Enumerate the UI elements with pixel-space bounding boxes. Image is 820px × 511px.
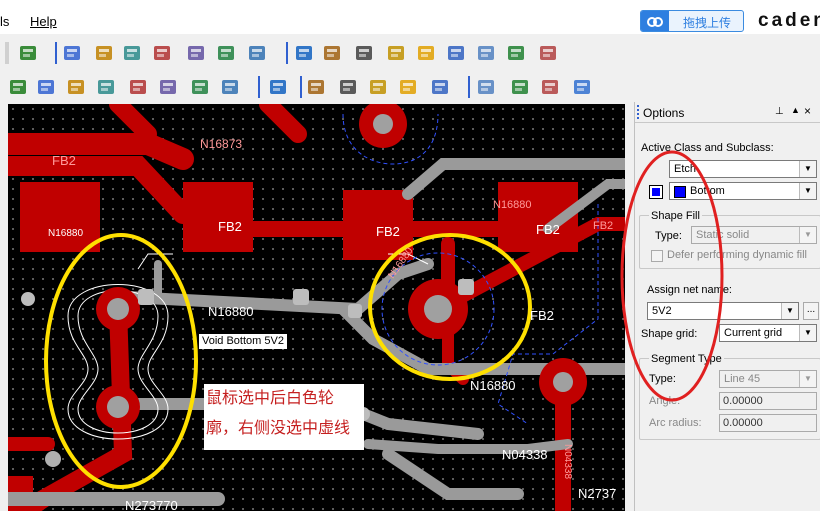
net-label-n16880-main: N16880 (208, 304, 254, 319)
net-label-fb2-mid2: FB2 (376, 224, 400, 239)
placement-icon[interactable] (122, 43, 142, 63)
toolbar-top (0, 36, 580, 70)
arc-radius-value: 0.00000 (723, 417, 763, 429)
chevron-down-icon: ▼ (799, 325, 816, 341)
curve-icon[interactable] (268, 77, 288, 97)
close-icon[interactable]: × (804, 104, 811, 118)
matrix-icon[interactable] (220, 77, 240, 97)
dfa-icon[interactable] (216, 43, 236, 63)
report-icon[interactable] (322, 43, 342, 63)
grid-icon[interactable] (62, 43, 82, 63)
net-label-fb2-track: FB2 (530, 308, 554, 323)
chevron-down-icon: ▼ (799, 161, 816, 177)
net-label-n04338: N04338 (502, 447, 548, 462)
chevron-down-icon: ▼ (781, 303, 798, 319)
toolbar-bottom (0, 70, 600, 104)
browse-button[interactable]: ... (803, 302, 819, 320)
pen-icon[interactable] (430, 77, 450, 97)
pin-icon[interactable] (8, 77, 28, 97)
upload-label: 拖拽上传 (683, 16, 732, 30)
shape-grid-value: Current grid (724, 327, 783, 339)
route-icon[interactable] (152, 43, 172, 63)
highlight-ellipse-red (620, 150, 724, 402)
chevron-down-icon: ▼ (799, 371, 816, 387)
angle-input[interactable]: 0.00000 (719, 392, 817, 410)
chevron-down-icon: ▼ (799, 183, 816, 199)
notes-icon[interactable] (306, 77, 326, 97)
camera-icon[interactable] (66, 77, 86, 97)
annotation-line-2: 廓，右侧没选中虚线 (206, 420, 351, 437)
swap-icon[interactable] (96, 77, 116, 97)
em-icon[interactable] (186, 43, 206, 63)
brush-icon[interactable] (386, 43, 406, 63)
measure-icon[interactable] (354, 43, 374, 63)
arc-radius-label: Arc radius: (649, 417, 702, 429)
mail-icon[interactable] (540, 77, 560, 97)
hourglass-icon[interactable] (506, 43, 526, 63)
menu-tools[interactable]: ls (0, 14, 9, 29)
info-icon[interactable] (294, 43, 314, 63)
net-label-n16880-low: N16880 (470, 378, 516, 393)
cadence-logo: caden (758, 10, 820, 31)
help-icon[interactable] (572, 77, 592, 97)
net-label-fb2-mid: FB2 (218, 219, 242, 234)
grip-icon (637, 105, 641, 119)
cloud-icon (641, 11, 669, 31)
envelope-icon[interactable] (510, 77, 530, 97)
void-tooltip: Void Bottom 5V2 (199, 334, 287, 349)
sun-icon[interactable] (416, 43, 436, 63)
annotation-callout: 鼠标选中后白色轮 廓，右侧没选中虚线 (204, 384, 364, 450)
net-label-n2737: N2737 (578, 486, 616, 501)
net-label-fb2-right: FB2 (536, 222, 560, 237)
pushpin-icon[interactable]: ⊥ (775, 106, 784, 117)
segment-type-value: Line 45 (724, 373, 761, 385)
options-panel: Options ⊥ ▲ × Active Class and Subclass:… (620, 102, 820, 511)
angle-value: 0.00000 (723, 395, 763, 407)
segment-type-select[interactable]: Line 45 ▼ (719, 370, 817, 388)
spark-icon[interactable] (446, 43, 466, 63)
net-label-n16880-top: N16880 (493, 199, 532, 211)
check-icon[interactable] (398, 77, 418, 97)
bar-chart-icon[interactable] (476, 43, 496, 63)
net-label-fb2-left: FB2 (52, 153, 76, 168)
library-icon[interactable] (368, 77, 388, 97)
net-label-fb2-small: FB2 (593, 220, 613, 232)
select-icon[interactable] (158, 77, 178, 97)
probe-icon[interactable] (36, 77, 56, 97)
net-label-n273770: N273770 (125, 498, 178, 511)
component-icon[interactable] (94, 43, 114, 63)
restore-icon[interactable]: ▲ (791, 105, 800, 115)
options-header: Options ⊥ ▲ × (635, 102, 820, 123)
chevron-down-icon: ▼ (799, 227, 816, 243)
globe-icon[interactable] (247, 43, 267, 63)
copy-icon[interactable] (476, 77, 496, 97)
options-title: Options (643, 106, 685, 120)
disable-icon[interactable] (538, 43, 558, 63)
flip-icon[interactable] (18, 43, 38, 63)
net-label-vertical: N04338 (562, 444, 573, 479)
net-label-n16873: N16873 (200, 137, 242, 151)
net-label-n16880-box: N16880 (48, 228, 83, 239)
upload-button[interactable]: 拖拽上传 (640, 10, 744, 32)
flow-icon[interactable] (190, 77, 210, 97)
arc-radius-input[interactable]: 0.00000 (719, 414, 817, 432)
shape-grid-select[interactable]: Current grid ▼ (719, 324, 817, 342)
menu-help[interactable]: Help (30, 14, 57, 29)
menu-bar: ls Help 拖拽上传 caden (0, 0, 820, 34)
bookmark-icon[interactable] (128, 77, 148, 97)
annotation-line-1: 鼠标选中后白色轮 (206, 390, 335, 407)
book-icon[interactable] (338, 77, 358, 97)
